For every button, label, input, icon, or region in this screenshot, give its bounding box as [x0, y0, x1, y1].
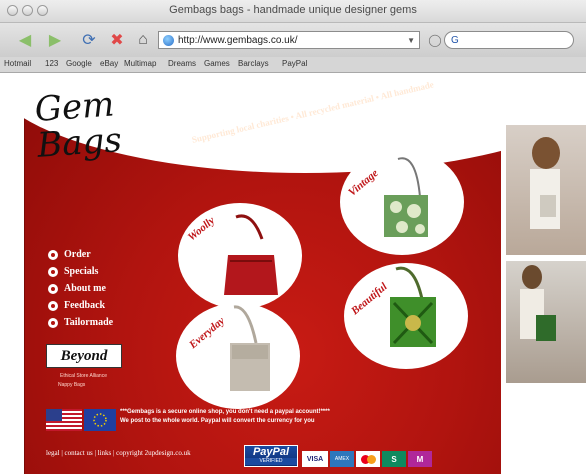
bag-vintage-card[interactable] [340, 149, 464, 255]
bag-woolly-card[interactable] [178, 203, 302, 309]
page-content: Gem Bags Supporting local charities • Al… [0, 73, 586, 474]
shop-notice: ***Gembags is a secure online shop, you … [120, 408, 330, 426]
bookmark-barclays[interactable]: Barclays [238, 59, 269, 68]
logo-line-2: Bags [35, 120, 124, 166]
footer-links[interactable]: legal | contact us | links | copyright 2… [46, 449, 191, 457]
rss-icon[interactable]: ◯ [424, 29, 446, 51]
nav-feedback[interactable]: Feedback [48, 300, 105, 311]
us-flag-icon[interactable] [46, 409, 82, 431]
beautiful-bag-image [390, 266, 436, 347]
bookmark-paypal[interactable]: PayPal [282, 59, 307, 68]
site-logo[interactable]: Gem Bags [33, 84, 124, 166]
dropdown-arrow-icon[interactable]: ▼ [407, 36, 415, 45]
bullet-icon [48, 266, 58, 277]
globe-icon [163, 34, 174, 46]
nav-order[interactable]: Order [48, 249, 91, 260]
bookmarks-bar: Hotmail 123 Google eBay Multimap Dreams … [0, 57, 586, 73]
bullet-icon [48, 300, 58, 311]
model-photo-bottom-image [520, 265, 556, 341]
maestro-card-icon: M [408, 451, 432, 467]
window-title: Gembags bags - handmade unique designer … [169, 4, 417, 16]
model-photo-bottom [506, 261, 586, 383]
reload-icon[interactable]: ⟳ [78, 29, 100, 51]
window-titlebar: Gembags bags - handmade unique designer … [0, 0, 586, 23]
home-icon[interactable]: ⌂ [132, 29, 154, 51]
bookmark-multimap[interactable]: Multimap [124, 59, 156, 68]
notice-line-2: We post to the whole world. Paypal will … [120, 418, 315, 424]
url-text: http://www.gembags.co.uk/ [178, 34, 298, 46]
nav-about-me[interactable]: About me [48, 283, 106, 294]
forward-arrow-icon[interactable]: ▶ [44, 29, 66, 51]
search-input[interactable]: G [444, 31, 574, 49]
paypal-verified-badge[interactable]: PayPal VERIFIED [244, 445, 298, 467]
bookmark-dreams[interactable]: Dreams [168, 59, 196, 68]
back-arrow-icon[interactable]: ◀ [14, 29, 36, 51]
solo-card-icon: S [382, 451, 406, 467]
address-bar[interactable]: http://www.gembags.co.uk/ ▼ [158, 31, 420, 49]
search-engine-icon: G [451, 34, 459, 46]
notice-line-1: ***Gembags is a secure online shop, you … [120, 409, 330, 415]
amex-card-icon: AMEX [330, 451, 354, 467]
browser-toolbar: ◀ ▶ ⟳ ✖ ⌂ http://www.gembags.co.uk/ ▼ ◯ … [0, 23, 586, 57]
model-photo-top-image [530, 137, 560, 229]
nav-specials[interactable]: Specials [48, 266, 98, 277]
bookmark-ebay[interactable]: eBay [100, 59, 118, 68]
partner-line-1: Ethical Store Alliance [60, 373, 107, 379]
bag-beautiful-card[interactable] [344, 263, 468, 369]
bag-everyday-card[interactable] [176, 303, 300, 409]
bullet-icon [48, 249, 58, 260]
bookmark-hotmail[interactable]: Hotmail [4, 59, 31, 68]
stop-icon[interactable]: ✖ [106, 29, 128, 51]
bookmark-google[interactable]: Google [66, 59, 92, 68]
vintage-bag-image [384, 157, 428, 237]
mastercard-icon [356, 451, 380, 467]
everyday-bag-image [230, 305, 270, 391]
eu-flag-icon[interactable] [84, 409, 116, 431]
bullet-icon [48, 283, 58, 294]
bullet-icon [48, 317, 58, 328]
woolly-bag-image [224, 214, 278, 295]
visa-card-icon: VISA [302, 451, 328, 467]
beyond-partner-logo[interactable]: Beyond [46, 344, 122, 368]
nav-tailormade[interactable]: Tailormade [48, 317, 113, 328]
partner-line-2: Nappy Bags [58, 382, 86, 388]
bookmark-games[interactable]: Games [204, 59, 230, 68]
bookmark-123[interactable]: 123 [45, 59, 58, 68]
model-photo-top [506, 125, 586, 255]
